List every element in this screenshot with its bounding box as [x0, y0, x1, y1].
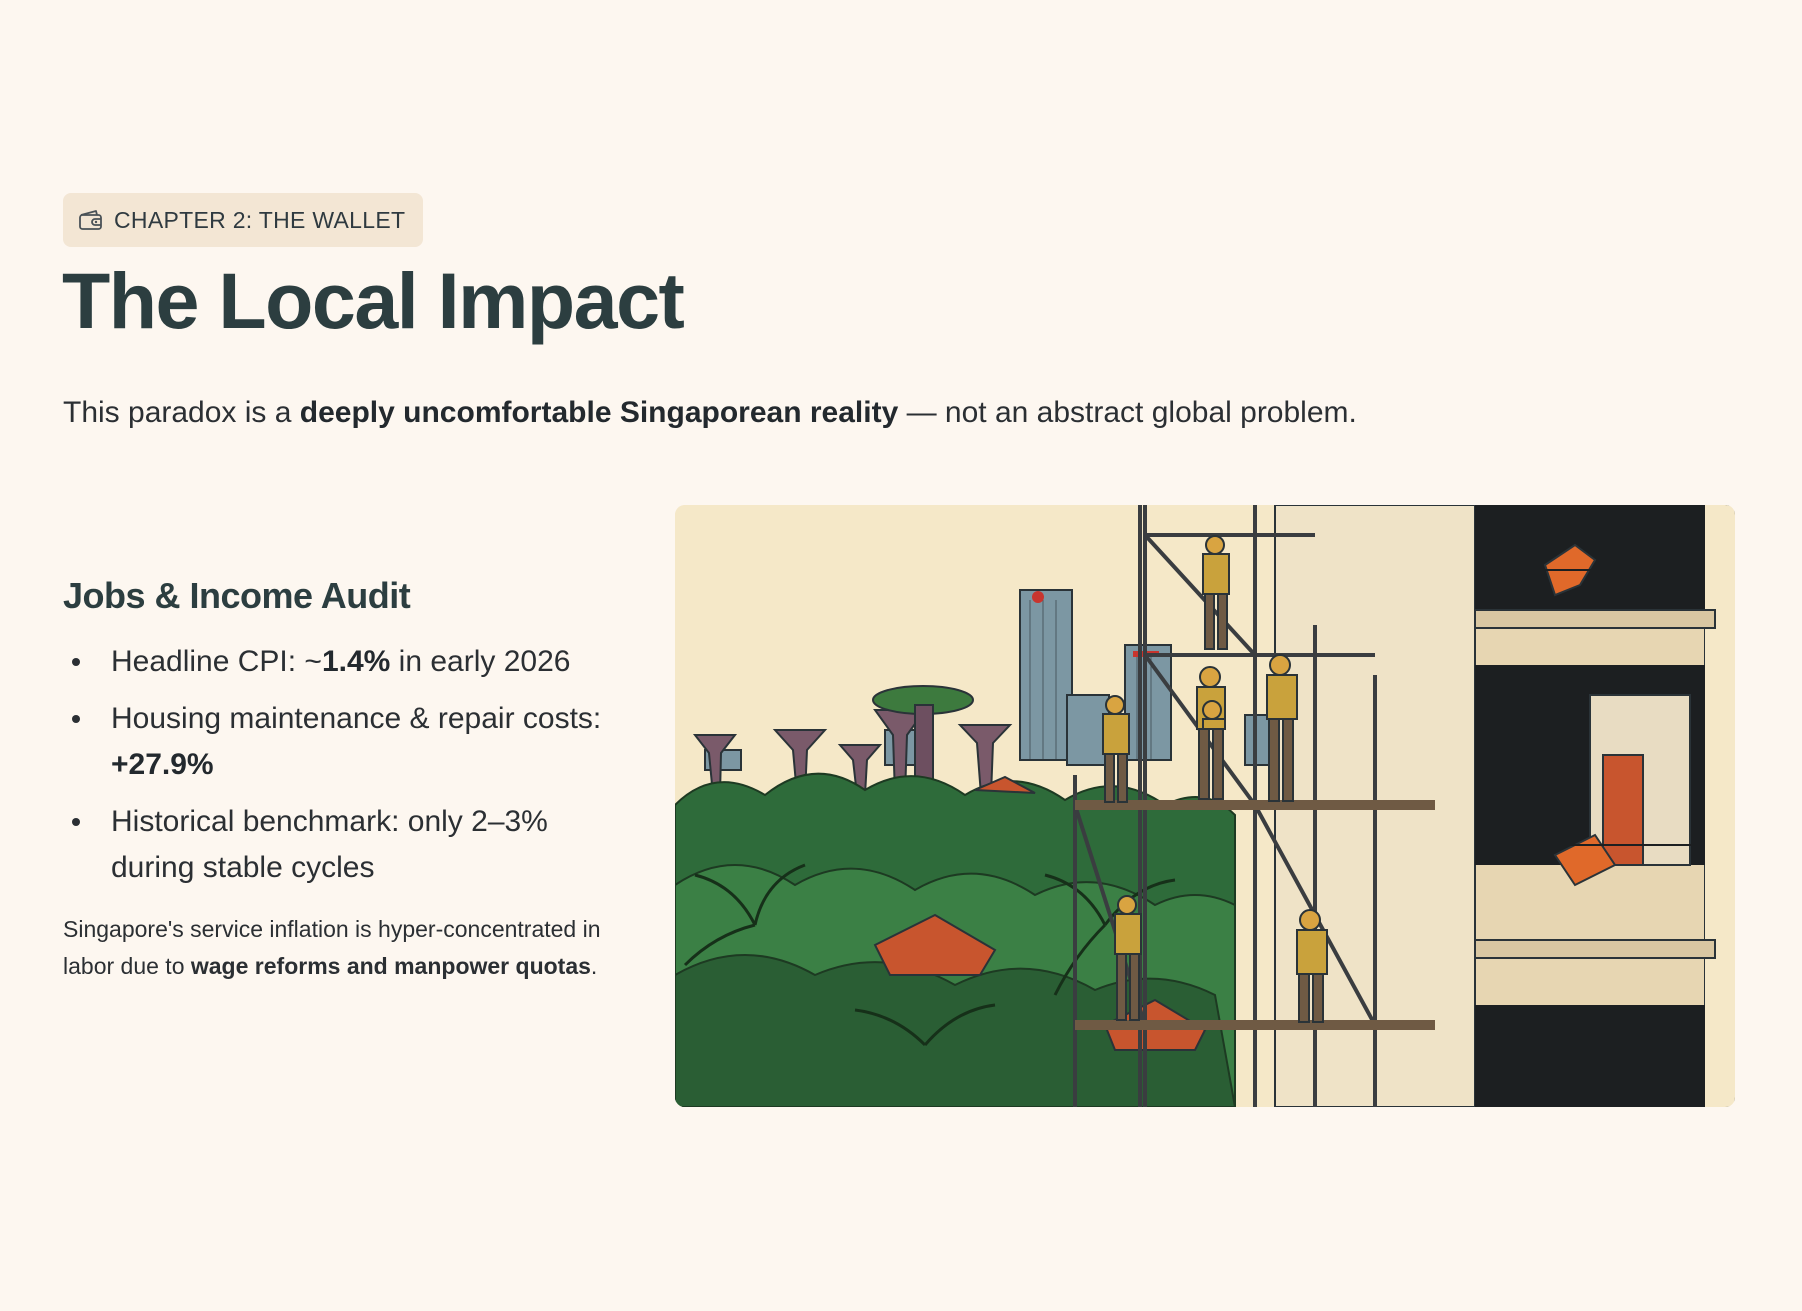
- bullet-icon: [72, 658, 80, 666]
- item-value: +27.9%: [111, 748, 214, 781]
- bullet-icon: [72, 715, 80, 723]
- wallet-icon: [78, 209, 104, 231]
- audit-heading: Jobs & Income Audit: [63, 575, 411, 616]
- item-text: in early 2026: [390, 645, 571, 678]
- bullet-icon: [72, 818, 80, 826]
- item-value: 1.4%: [321, 645, 391, 678]
- city-workers-illustration: [675, 505, 1735, 1107]
- list-item: Historical benchmark: only 2–3% during s…: [63, 799, 623, 891]
- audit-list: Headline CPI: ~1.4% in early 2026 Housin…: [63, 639, 623, 891]
- lede-before: This paradox is a: [63, 396, 300, 429]
- list-item: Housing maintenance & repair costs: +27.…: [63, 696, 623, 788]
- audit-note: Singapore's service inflation is hyper-c…: [63, 911, 623, 985]
- item-text: Headline CPI: ~: [111, 645, 322, 678]
- lede-text: This paradox is a deeply uncomfortable S…: [63, 393, 1357, 432]
- chapter-badge: CHAPTER 2: THE WALLET: [63, 193, 424, 247]
- list-item: Headline CPI: ~1.4% in early 2026: [63, 639, 623, 685]
- note-bold: wage reforms and manpower quotas: [190, 953, 591, 979]
- lede-bold: deeply uncomfortable Singaporean reality: [299, 396, 899, 429]
- audit-panel: Jobs & Income Audit Headline CPI: ~1.4% …: [63, 575, 623, 985]
- item-text: Historical benchmark: only 2–3% during s…: [111, 805, 548, 884]
- lede-after: — not an abstract global problem.: [898, 396, 1357, 429]
- item-text: Housing maintenance & repair costs:: [111, 702, 602, 735]
- note-end: .: [590, 953, 598, 979]
- page-title: The Local Impact: [62, 256, 685, 345]
- chapter-label: CHAPTER 2: THE WALLET: [114, 206, 406, 233]
